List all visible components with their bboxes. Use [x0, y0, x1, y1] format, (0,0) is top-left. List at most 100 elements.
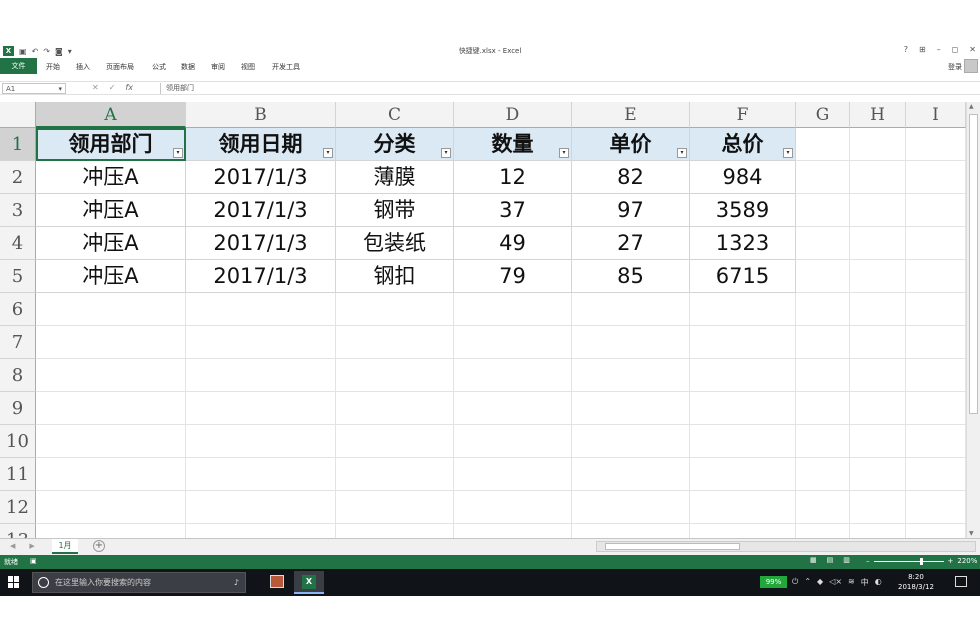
empty-cell[interactable] [36, 458, 186, 491]
empty-cell[interactable] [906, 128, 966, 161]
taskbar-clock[interactable]: 8:20 2018/3/12 [898, 572, 934, 592]
table-header-cell[interactable]: 领用部门 ▾ [36, 128, 186, 161]
empty-cell[interactable] [796, 425, 850, 458]
taskbar-app-photos[interactable] [262, 571, 292, 594]
table-cell[interactable]: 1323 [690, 227, 796, 260]
chevron-down-icon[interactable]: ▾ [58, 84, 62, 94]
column-header-h[interactable]: H [850, 102, 906, 128]
empty-cell[interactable] [572, 458, 690, 491]
defender-icon[interactable]: ◆ [817, 577, 823, 588]
empty-cell[interactable] [572, 425, 690, 458]
windows-start-icon[interactable] [8, 576, 20, 588]
microphone-icon[interactable]: ♪ [234, 573, 239, 592]
empty-cell[interactable] [572, 491, 690, 524]
empty-cell[interactable] [690, 491, 796, 524]
normal-view-icon[interactable]: ▦ [810, 556, 817, 564]
column-header-f[interactable]: F [690, 102, 796, 128]
zoom-slider-knob[interactable] [920, 557, 924, 565]
row-header-4[interactable]: 4 [0, 227, 36, 260]
empty-cell[interactable] [36, 425, 186, 458]
empty-cell[interactable] [186, 293, 336, 326]
table-cell[interactable]: 49 [454, 227, 572, 260]
row-header-2[interactable]: 2 [0, 161, 36, 194]
empty-cell[interactable] [906, 458, 966, 491]
table-cell[interactable]: 27 [572, 227, 690, 260]
empty-cell[interactable] [850, 194, 906, 227]
empty-cell[interactable] [850, 359, 906, 392]
filter-dropdown-icon[interactable]: ▾ [173, 148, 183, 158]
scroll-down-icon[interactable]: ▼ [969, 530, 974, 537]
confirm-entry-icon[interactable]: ✓ [109, 83, 116, 92]
show-hidden-icons-icon[interactable]: ⌃ [804, 577, 811, 588]
table-cell[interactable]: 薄膜 [336, 161, 454, 194]
empty-cell[interactable] [850, 293, 906, 326]
empty-cell[interactable] [906, 326, 966, 359]
empty-cell[interactable] [186, 425, 336, 458]
empty-cell[interactable] [796, 524, 850, 538]
empty-cell[interactable] [906, 161, 966, 194]
empty-cell[interactable] [796, 227, 850, 260]
empty-cell[interactable] [336, 326, 454, 359]
row-header-1[interactable]: 1 [0, 128, 36, 161]
empty-cell[interactable] [690, 425, 796, 458]
tab-developer[interactable]: 开发工具 [272, 61, 300, 73]
tab-formulas[interactable]: 公式 [152, 61, 166, 73]
empty-cell[interactable] [906, 524, 966, 538]
empty-cell[interactable] [850, 425, 906, 458]
ime-indicator[interactable]: 中 [861, 577, 869, 588]
scroll-up-icon[interactable]: ▲ [969, 103, 974, 110]
cancel-entry-icon[interactable]: ✕ [92, 83, 99, 92]
empty-cell[interactable] [850, 227, 906, 260]
table-cell[interactable]: 冲压A [36, 260, 186, 293]
empty-cell[interactable] [454, 326, 572, 359]
table-cell[interactable]: 3589 [690, 194, 796, 227]
macro-record-icon[interactable]: ▣ [30, 557, 37, 565]
empty-cell[interactable] [906, 359, 966, 392]
empty-cell[interactable] [572, 326, 690, 359]
taskbar-app-excel[interactable]: X [294, 571, 324, 594]
table-header-cell[interactable]: 总价 ▾ [690, 128, 796, 161]
empty-cell[interactable] [906, 425, 966, 458]
volume-icon[interactable]: ◁× [829, 577, 842, 588]
empty-cell[interactable] [572, 524, 690, 538]
notification-icon[interactable] [955, 576, 967, 587]
empty-cell[interactable] [36, 524, 186, 538]
table-cell[interactable]: 37 [454, 194, 572, 227]
empty-cell[interactable] [36, 491, 186, 524]
empty-cell[interactable] [36, 392, 186, 425]
empty-cell[interactable] [690, 458, 796, 491]
filter-dropdown-icon[interactable]: ▾ [441, 148, 451, 158]
restore-button[interactable]: ◻ [952, 45, 959, 54]
avatar[interactable] [964, 59, 978, 73]
filter-dropdown-icon[interactable]: ▾ [783, 148, 793, 158]
power-icon[interactable]: ⏻ [792, 577, 798, 588]
empty-cell[interactable] [186, 326, 336, 359]
empty-cell[interactable] [796, 458, 850, 491]
row-header-12[interactable]: 12 [0, 491, 36, 524]
empty-cell[interactable] [186, 359, 336, 392]
sheet-tab-jan[interactable]: 1月 [52, 539, 78, 554]
empty-cell[interactable] [850, 491, 906, 524]
tab-file[interactable]: 文件 [0, 58, 37, 74]
row-header-3[interactable]: 3 [0, 194, 36, 227]
horizontal-scroll-thumb[interactable] [605, 543, 740, 550]
zoom-out-icon[interactable]: – [866, 557, 870, 565]
empty-cell[interactable] [796, 491, 850, 524]
row-header-7[interactable]: 7 [0, 326, 36, 359]
empty-cell[interactable] [186, 524, 336, 538]
empty-cell[interactable] [454, 524, 572, 538]
empty-cell[interactable] [796, 161, 850, 194]
empty-cell[interactable] [796, 260, 850, 293]
empty-cell[interactable] [796, 293, 850, 326]
empty-cell[interactable] [850, 128, 906, 161]
filter-dropdown-icon[interactable]: ▾ [323, 148, 333, 158]
select-all-corner[interactable] [0, 102, 36, 128]
empty-cell[interactable] [36, 293, 186, 326]
battery-indicator[interactable]: 99% [760, 576, 787, 588]
tab-home[interactable]: 开始 [46, 61, 60, 73]
empty-cell[interactable] [850, 458, 906, 491]
table-cell[interactable]: 12 [454, 161, 572, 194]
filter-dropdown-icon[interactable]: ▾ [559, 148, 569, 158]
tab-page-layout[interactable]: 页面布局 [106, 61, 134, 73]
ribbon-display-button[interactable]: ⊞ [919, 45, 926, 54]
